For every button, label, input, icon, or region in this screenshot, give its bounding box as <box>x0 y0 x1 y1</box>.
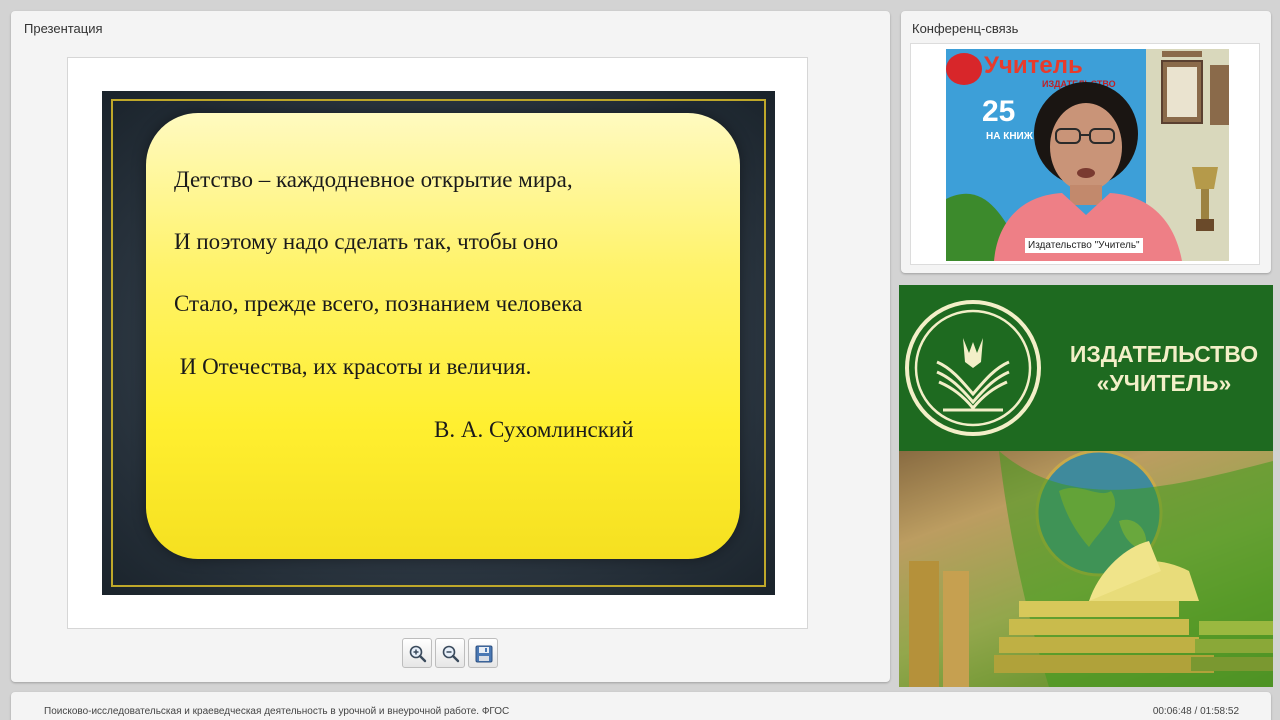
publisher-name-line1: ИЗДАТЕЛЬСТВО <box>1069 341 1259 367</box>
backdrop-tagline-text: НА КНИЖ <box>986 131 1034 142</box>
zoom-in-button[interactable] <box>402 638 432 668</box>
video-frame-illustration: Учитель ИЗДАТЕЛЬСТВО 25 НА КНИЖ <box>946 49 1229 261</box>
quote-card: Детство – каждодневное открытие мира, И … <box>146 113 740 559</box>
backdrop-brand-text: Учитель <box>984 52 1083 79</box>
publisher-banner: ИЗДАТЕЛЬСТВО «УЧИТЕЛЬ» <box>899 285 1273 687</box>
quote-author: В. А. Сухомлинский <box>434 417 634 442</box>
quote-line-2: И поэтому надо сделать так, чтобы оно <box>174 229 559 254</box>
save-icon <box>475 645 493 663</box>
conference-panel-title: Конференц-связь <box>912 21 1019 36</box>
video-caption: Издательство "Учитель" <box>1025 238 1143 253</box>
quote-line-1: Детство – каждодневное открытие мира, <box>174 167 573 192</box>
publisher-name-line2: «УЧИТЕЛЬ» <box>1096 370 1232 396</box>
presentation-panel: Презентация Детство – каждодневное откры… <box>11 11 890 682</box>
slide-viewer[interactable]: Детство – каждодневное открытие мира, И … <box>67 57 808 629</box>
webcam-video[interactable]: Учитель ИЗДАТЕЛЬСТВО 25 НА КНИЖ <box>946 49 1229 261</box>
zoom-out-icon <box>442 645 460 663</box>
publisher-name: ИЗДАТЕЛЬСТВО «УЧИТЕЛЬ» <box>1059 340 1269 398</box>
banner-header: ИЗДАТЕЛЬСТВО «УЧИТЕЛЬ» <box>899 285 1273 451</box>
zoom-out-button[interactable] <box>435 638 465 668</box>
conference-panel: Конференц-связь Учитель ИЗДАТЕЛЬСТВО 25 … <box>901 11 1271 273</box>
publisher-logo-icon <box>905 300 1041 436</box>
save-button[interactable] <box>468 638 498 668</box>
books-globe-illustration <box>899 451 1273 687</box>
backdrop-number-text: 25 <box>982 95 1015 128</box>
quote-line-4: И Отечества, их красоты и величия. <box>174 354 532 379</box>
quote-line-3: Стало, прежде всего, познанием человека <box>174 291 583 316</box>
player-footer: Поисково-исследовательская и краеведческ… <box>11 692 1271 720</box>
playback-time: 00:06:48 / 01:58:52 <box>1152 706 1239 717</box>
presentation-panel-title: Презентация <box>24 21 103 36</box>
course-title: Поисково-исследовательская и краеведческ… <box>44 706 510 717</box>
slide: Детство – каждодневное открытие мира, И … <box>102 91 775 595</box>
video-container: Учитель ИЗДАТЕЛЬСТВО 25 НА КНИЖ <box>910 43 1260 265</box>
banner-illustration <box>899 451 1273 687</box>
zoom-in-icon <box>409 645 427 663</box>
